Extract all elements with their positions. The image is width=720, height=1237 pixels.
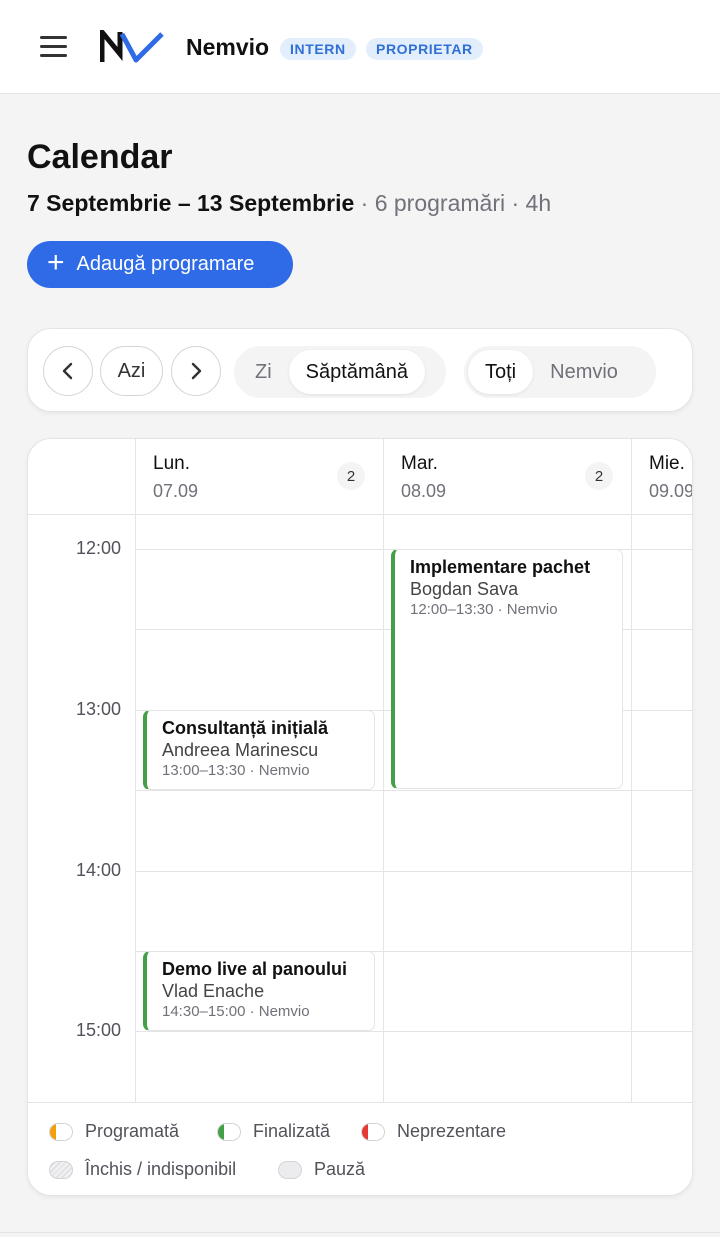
appointment-card[interactable]: Implementare pachet Bogdan Sava 12:00–13… <box>391 549 623 789</box>
previous-week-button[interactable] <box>43 346 93 396</box>
legend-item-inchis: Închis / indisponibil <box>49 1159 236 1180</box>
appointment-time: 12:00–13:30 · Nemvio <box>410 601 558 618</box>
closed-swatch-icon <box>49 1160 73 1179</box>
day-date: 08.09 <box>401 481 447 501</box>
status-swatch-icon <box>49 1122 73 1141</box>
brand-name: Nemvio <box>186 34 270 60</box>
hour-line <box>135 1031 692 1032</box>
date-range-summary: 7 Septembrie – 13 Septembrie · 6 program… <box>27 190 551 217</box>
calendar-header: Lun. 07.09 2 Mar. 08.09 2 Mie. 09.09 <box>28 439 693 515</box>
today-button[interactable]: Azi <box>100 346 163 396</box>
column-divider <box>383 515 384 1102</box>
time-label: 14:00 <box>75 860 121 880</box>
appointment-card[interactable]: Consultanță inițială Andreea Marinescu 1… <box>143 710 375 790</box>
appointment-time: 13:00–13:30 · Nemvio <box>162 762 310 779</box>
appointment-card[interactable]: Demo live al panoului Vlad Enache 14:30–… <box>143 951 375 1031</box>
legend-label: Pauză <box>314 1159 366 1179</box>
next-week-button[interactable] <box>171 346 221 396</box>
calendar-toolbar: Azi Zi Săptămână Toți Nemvio <box>27 328 693 412</box>
legend-label: Finalizată <box>253 1121 331 1141</box>
status-legend: Programată Finalizată Neprezentare Închi… <box>28 1102 692 1195</box>
day-header-wednesday[interactable]: Mie. 09.09 <box>631 439 693 515</box>
hamburger-menu-button[interactable] <box>40 36 67 58</box>
chevron-right-icon <box>191 362 202 380</box>
filter-nemvio-tab[interactable]: Nemvio <box>533 350 635 394</box>
filter-all-tab[interactable]: Toți <box>468 350 534 394</box>
legend-item-programata: Programată <box>49 1121 179 1142</box>
time-label: 12:00 <box>75 538 121 558</box>
time-label: 13:00 <box>75 699 121 719</box>
day-appointment-count: 2 <box>337 462 365 490</box>
appointment-title: Demo live al panoului <box>162 959 348 979</box>
role-badge-proprietar: PROPRIETAR <box>366 38 483 60</box>
day-date: 07.09 <box>153 481 199 501</box>
day-name: Mar. <box>401 453 438 474</box>
appointment-time: 14:30–15:00 · Nemvio <box>162 1003 310 1020</box>
week-calendar: Lun. 07.09 2 Mar. 08.09 2 Mie. 09.09 12:… <box>27 438 693 1196</box>
day-appointment-count: 2 <box>585 462 613 490</box>
day-name: Mie. <box>649 453 685 474</box>
total-duration: · 4h <box>505 190 552 216</box>
menu-icon-line <box>40 54 67 57</box>
legend-item-finalizata: Finalizată <box>217 1121 330 1142</box>
date-range: 7 Septembrie – 13 Septembrie <box>27 190 355 216</box>
menu-icon <box>40 36 67 39</box>
day-header-tuesday[interactable]: Mar. 08.09 2 <box>383 439 631 515</box>
legend-label: Neprezentare <box>397 1121 507 1141</box>
view-day-tab[interactable]: Zi <box>238 350 289 394</box>
add-appointment-label: Adaugă programare <box>76 253 255 275</box>
day-name: Lun. <box>153 453 190 474</box>
page-bottom-divider <box>0 1232 720 1233</box>
view-mode-toggle: Zi Săptămână <box>234 346 446 398</box>
page-title: Calendar <box>27 138 173 176</box>
status-swatch-icon <box>361 1122 385 1141</box>
hour-line <box>135 871 692 872</box>
legend-label: Închis / indisponibil <box>85 1159 237 1179</box>
status-swatch-icon <box>217 1122 241 1141</box>
legend-item-pauza: Pauză <box>278 1159 365 1180</box>
nemvio-logo <box>100 30 164 63</box>
view-week-tab[interactable]: Săptămână <box>288 350 425 394</box>
plus-icon: + <box>47 245 65 279</box>
column-divider <box>135 515 136 1102</box>
column-divider <box>631 515 632 1102</box>
app-header: Nemvio INTERN PROPRIETAR <box>0 0 720 94</box>
day-date: 09.09 <box>649 481 693 501</box>
role-badge-intern: INTERN <box>280 38 356 60</box>
break-swatch-icon <box>278 1160 302 1179</box>
appointment-title: Consultanță inițială <box>162 718 329 738</box>
menu-icon-line <box>40 45 67 48</box>
appointment-title: Implementare pachet <box>410 557 591 577</box>
add-appointment-button[interactable]: + Adaugă programare <box>27 241 293 288</box>
appointments-count: · 6 programări <box>354 190 506 216</box>
staff-filter-toggle: Toți Nemvio <box>464 346 656 398</box>
appointment-client: Vlad Enache <box>162 981 265 1001</box>
appointment-client: Andreea Marinescu <box>162 740 319 760</box>
half-hour-line <box>135 790 692 791</box>
time-grid[interactable]: 12:00 13:00 14:00 15:00 Implementare pac… <box>28 515 692 1102</box>
time-label: 15:00 <box>75 1020 121 1040</box>
chevron-left-icon <box>62 362 73 380</box>
legend-item-neprezentare: Neprezentare <box>361 1121 506 1142</box>
day-header-monday[interactable]: Lun. 07.09 2 <box>135 439 383 515</box>
legend-label: Programată <box>85 1121 180 1141</box>
appointment-client: Bogdan Sava <box>410 579 519 599</box>
